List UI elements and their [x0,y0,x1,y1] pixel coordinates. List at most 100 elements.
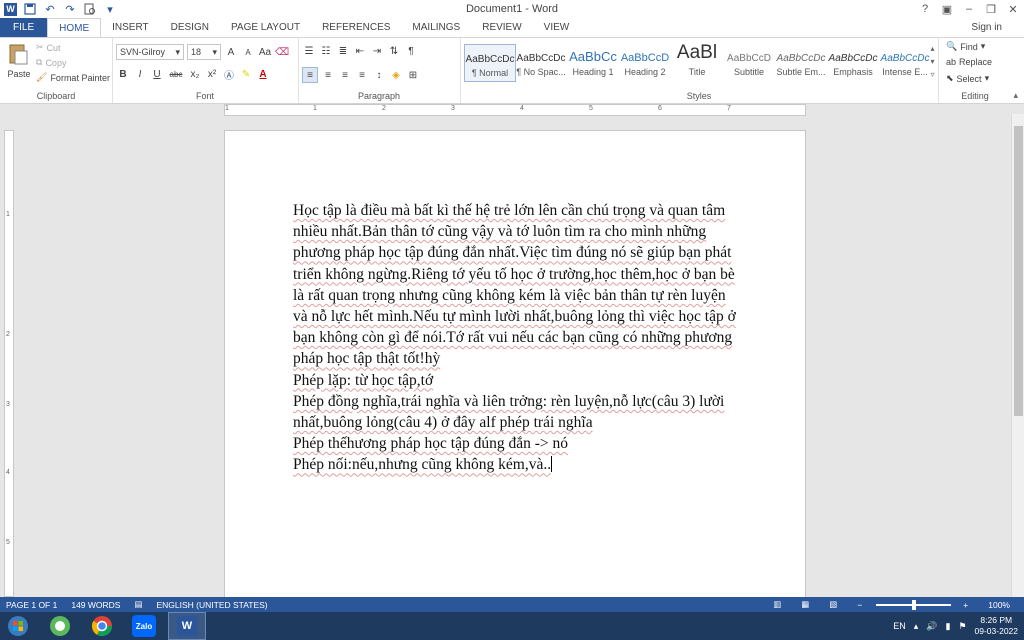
style-intense-emphasis[interactable]: AaBbCcDc Intense E... [880,44,930,80]
underline-button[interactable]: U [150,67,164,81]
zoom-out-button[interactable]: − [857,600,862,610]
collapse-ribbon-icon[interactable]: ▴ [1013,90,1018,101]
style-subtle-emphasis[interactable]: AaBbCcDc Subtle Em... [776,44,826,80]
borders-icon[interactable]: ⊞ [406,68,420,82]
tab-file[interactable]: FILE [0,18,48,37]
align-center-icon[interactable]: ≡ [321,68,335,82]
shrink-font-button[interactable]: A [241,45,255,59]
zoom-level[interactable]: 100% [988,600,1010,610]
font-color-icon[interactable]: A [256,67,270,81]
undo-icon[interactable]: ↶ [43,2,57,16]
chrome-icon[interactable] [84,613,120,639]
customize-qat-icon[interactable]: ▾ [103,2,117,16]
tab-references[interactable]: REFERENCES [311,18,401,37]
italic-button[interactable]: I [133,67,147,81]
save-icon[interactable] [23,2,37,16]
word-icon[interactable]: W [168,612,206,640]
horizontal-ruler[interactable]: 1 1 2 3 4 5 6 7 [224,104,806,116]
style-heading-2[interactable]: AaBbCcD Heading 2 [620,44,670,80]
vertical-ruler[interactable]: 1 2 3 4 5 [4,130,14,597]
align-right-icon[interactable]: ≡ [338,68,352,82]
sign-in-link[interactable]: Sign in [971,22,1002,33]
vertical-scrollbar[interactable] [1011,114,1024,597]
show-hidden-icons-icon[interactable]: ▴ [914,621,919,632]
copy-button[interactable]: ⧉ Copy [36,57,66,68]
zoom-in-button[interactable]: + [963,600,968,610]
restore-icon[interactable]: ❐ [980,0,1002,18]
zalo-icon[interactable]: Zalo [126,613,162,639]
tab-design[interactable]: DESIGN [160,18,220,37]
decrease-indent-icon[interactable]: ⇤ [353,44,367,58]
volume-icon[interactable]: 🔊 [926,621,937,632]
tab-home[interactable]: HOME [47,18,102,37]
pilcrow-icon[interactable]: ¶ [404,44,418,58]
input-language[interactable]: EN [893,621,906,631]
style-title[interactable]: AaBl Title [672,44,722,80]
close-icon[interactable]: ✕ [1002,0,1024,18]
style-subtitle[interactable]: AaBbCcD Subtitle [724,44,774,80]
style-heading-1[interactable]: AaBbCc Heading 1 [568,44,618,80]
align-left-icon[interactable]: ≡ [302,67,318,83]
replace-button[interactable]: ab Replace [946,57,992,67]
clear-formatting-icon[interactable]: ⌫ [275,45,289,59]
redo-icon[interactable]: ↷ [63,2,77,16]
minimize-icon[interactable]: – [958,0,980,18]
windows-start-icon[interactable] [0,613,36,639]
paragraph[interactable]: Phép lặp: từ học tập,tớ [293,370,738,391]
zoom-slider-handle[interactable] [912,599,917,610]
network-icon[interactable]: ▮ [945,621,950,632]
tab-review[interactable]: REVIEW [471,18,532,37]
style-normal[interactable]: AaBbCcDc ¶ Normal [464,44,516,82]
web-layout-icon[interactable]: ▧ [829,599,837,610]
clock[interactable]: 8:26 PM 09-03-2022 [975,615,1018,637]
strikethrough-button[interactable]: abc [167,67,185,81]
ribbon-display-options-icon[interactable]: ▣ [936,0,958,18]
styles-scroll[interactable]: ▴ ▾ ▿ [928,42,937,82]
find-button[interactable]: 🔍 Find ▾ [946,41,985,52]
line-spacing-icon[interactable]: ↕ [372,68,386,82]
scrollbar-thumb[interactable] [1014,126,1023,416]
grow-font-button[interactable]: A [224,45,238,59]
numbering-icon[interactable]: ☷ [319,44,333,58]
style-emphasis[interactable]: AaBbCcDc Emphasis [828,44,878,80]
proofing-icon[interactable]: ▤ [134,599,142,610]
text-effects-icon[interactable]: Ⓐ [222,67,236,82]
subscript-button[interactable]: x₂ [188,67,202,81]
font-size-combo[interactable]: 18 ▾ [187,44,221,60]
paste-button[interactable]: Paste [6,42,32,79]
page-count[interactable]: PAGE 1 OF 1 [6,600,57,610]
tab-page-layout[interactable]: PAGE LAYOUT [220,18,311,37]
print-layout-icon[interactable]: ▦ [801,599,809,610]
word-count[interactable]: 149 WORDS [71,600,120,610]
help-icon[interactable]: ? [914,0,936,18]
paragraph[interactable]: Phép thếhương pháp học tập đúng đắn -> n… [293,433,738,454]
print-preview-icon[interactable] [83,2,97,16]
mascot-app-icon[interactable] [42,613,78,639]
flag-icon[interactable]: ⚑ [958,621,966,632]
paragraph[interactable]: Học tập là điều mà bất kì thế hệ trẻ lớn… [293,200,738,370]
superscript-button[interactable]: x² [205,67,219,81]
read-mode-icon[interactable]: ▥ [773,599,781,610]
style-no-spacing[interactable]: AaBbCcDc ¶ No Spac... [516,44,566,80]
tab-insert[interactable]: INSERT [101,18,160,37]
sort-icon[interactable]: ⇅ [387,44,401,58]
document-page[interactable]: Học tập là điều mà bất kì thế hệ trẻ lớn… [224,130,806,602]
bold-button[interactable]: B [116,67,130,81]
document-body[interactable]: Học tập là điều mà bất kì thế hệ trẻ lớn… [293,200,738,476]
zoom-slider[interactable] [876,599,952,610]
multilevel-list-icon[interactable]: ≣ [336,44,350,58]
increase-indent-icon[interactable]: ⇥ [370,44,384,58]
paragraph[interactable]: Phép đồng nghĩa,trái nghĩa và liên trởng… [293,391,738,433]
shading-icon[interactable]: ◈ [389,68,403,82]
cut-button[interactable]: ✂ Cut [36,42,61,53]
language[interactable]: ENGLISH (UNITED STATES) [157,600,268,610]
change-case-button[interactable]: Aa [258,45,272,59]
justify-icon[interactable]: ≡ [355,68,369,82]
highlight-icon[interactable]: ✎ [239,67,253,81]
tab-view[interactable]: VIEW [533,18,581,37]
bullets-icon[interactable]: ☰ [302,44,316,58]
tab-mailings[interactable]: MAILINGS [401,18,471,37]
select-button[interactable]: ⬉ Select ▾ [946,73,989,84]
paragraph-last[interactable]: Phép nối:nếu,nhưng cũng không kém,và.. [293,454,738,475]
format-painter-button[interactable]: 🖌 Format Painter [36,72,110,83]
